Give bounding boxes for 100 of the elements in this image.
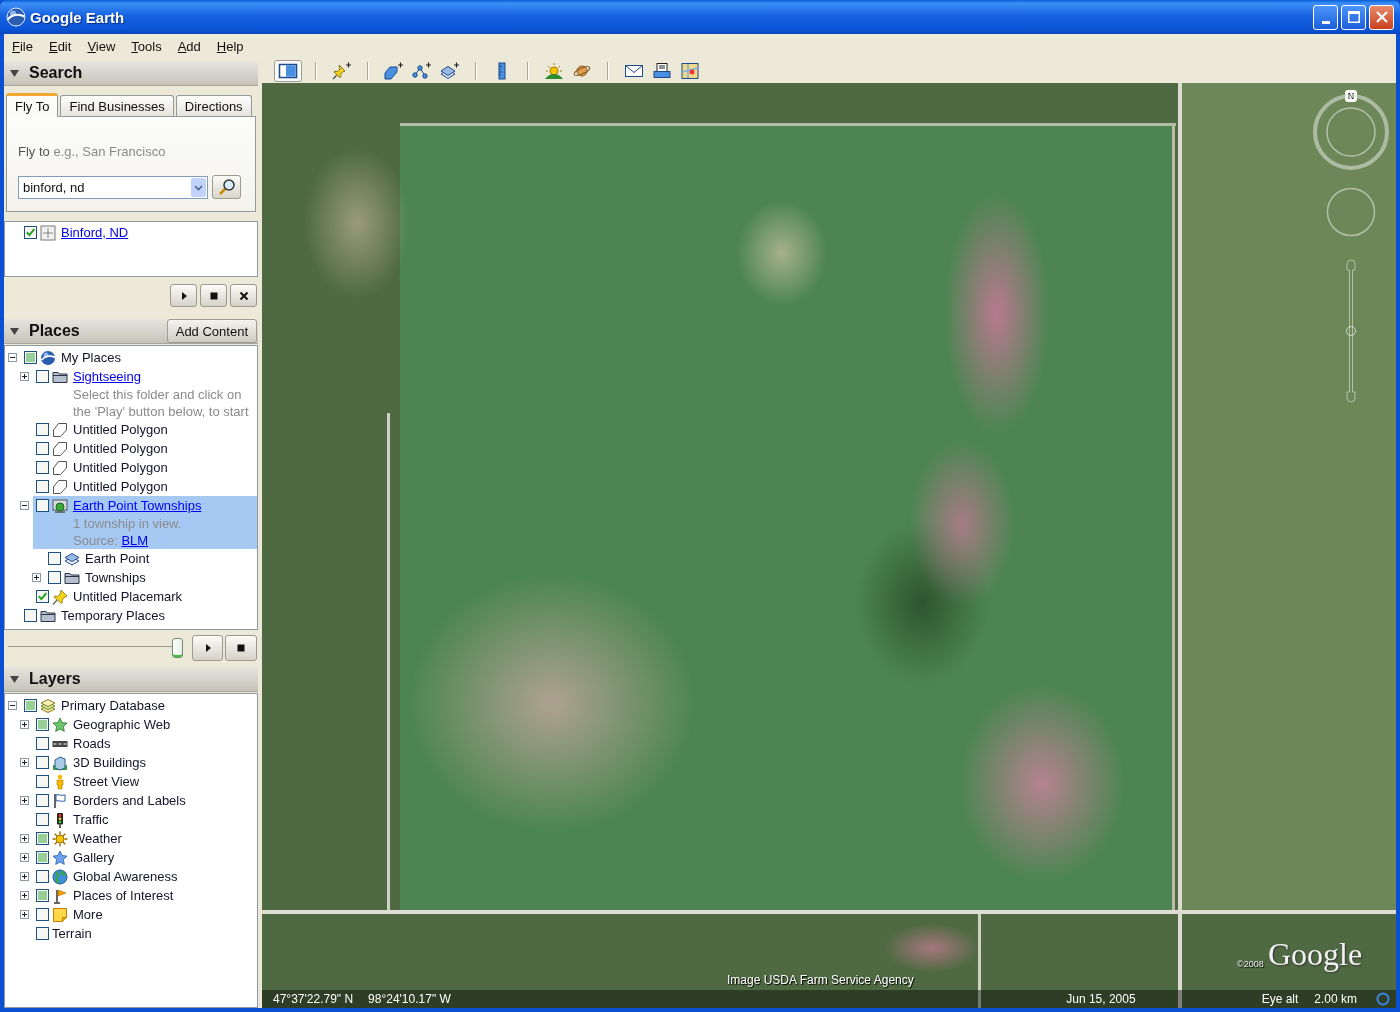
tree-item[interactable]: My Places [21, 348, 257, 367]
checkbox[interactable] [24, 609, 37, 622]
map-view-button[interactable] [678, 60, 702, 82]
add-polygon-button[interactable] [382, 60, 406, 82]
collapse-icon[interactable] [8, 353, 17, 362]
menu-item[interactable]: File [4, 39, 41, 54]
expand-icon[interactable] [20, 891, 29, 900]
expand-icon[interactable] [20, 910, 29, 919]
tree-item[interactable]: Street View [33, 772, 257, 791]
expand-icon[interactable] [20, 720, 29, 729]
tree-item[interactable]: 3D Buildings [33, 753, 257, 772]
tree-item[interactable]: Untitled Placemark [33, 587, 257, 606]
stop-button[interactable] [225, 634, 257, 661]
link[interactable]: Sightseeing [73, 368, 141, 385]
checkbox[interactable] [24, 699, 37, 712]
checkbox[interactable] [36, 590, 49, 603]
checkbox[interactable] [36, 423, 49, 436]
minimize-button[interactable] [1313, 4, 1338, 30]
slider-thumb[interactable] [171, 637, 183, 658]
link[interactable]: Earth Point Townships [73, 497, 202, 514]
checkbox[interactable] [36, 737, 49, 750]
link[interactable]: Binford, ND [61, 224, 129, 241]
copyright-text: ©2008 [1237, 959, 1264, 969]
tab[interactable]: Fly To [6, 93, 59, 117]
tree-item[interactable]: Sightseeing Select this folder and click on the 'Play' button below, to start [33, 367, 257, 420]
menu-item[interactable]: Add [169, 39, 209, 54]
tree-item[interactable]: Weather [33, 829, 257, 848]
tree-item[interactable]: More [33, 905, 257, 924]
link[interactable]: BLM [121, 533, 149, 548]
expand-icon[interactable] [20, 872, 29, 881]
tree-item[interactable]: Primary Database [21, 696, 257, 715]
checkbox[interactable] [36, 908, 49, 921]
checkbox[interactable] [36, 813, 49, 826]
tree-item[interactable]: Gallery [33, 848, 257, 867]
item-description: 1 township in view. [72, 515, 183, 532]
tree-item[interactable]: Geographic Web [33, 715, 257, 734]
stop-button[interactable] [200, 284, 227, 307]
add-image-overlay-button[interactable] [438, 60, 462, 82]
tree-item[interactable]: Roads [33, 734, 257, 753]
checkbox[interactable] [36, 775, 49, 788]
collapse-icon[interactable] [20, 501, 29, 510]
tree-item[interactable]: Global Awareness [33, 867, 257, 886]
expand-icon[interactable] [20, 758, 29, 767]
checkbox[interactable] [36, 870, 49, 883]
checkbox[interactable] [36, 851, 49, 864]
checkbox[interactable] [36, 442, 49, 455]
tree-item[interactable]: Untitled Polygon [33, 439, 257, 458]
tree-item[interactable]: Townships [45, 568, 257, 587]
add-path-button[interactable] [410, 60, 434, 82]
menu-item[interactable]: Edit [40, 39, 80, 54]
tab[interactable]: Directions [175, 95, 252, 116]
tree-item[interactable]: Borders and Labels [33, 791, 257, 810]
tree-item[interactable]: Traffic [33, 810, 257, 829]
panel-header[interactable]: Places Add Content [4, 319, 258, 344]
menu-item[interactable]: View [79, 39, 124, 54]
tree-item[interactable]: Earth Point Townships 1 township in view. Source: BLM [33, 496, 257, 549]
tree-item[interactable]: Places of Interest [33, 886, 257, 905]
play-button[interactable] [170, 284, 197, 307]
tree-item[interactable]: Earth Point [45, 549, 257, 568]
checkbox[interactable] [36, 927, 49, 940]
checkbox[interactable] [36, 756, 49, 769]
tree-item[interactable]: Binford, ND [21, 223, 257, 242]
checkbox[interactable] [36, 794, 49, 807]
tree-item[interactable]: Untitled Polygon [33, 477, 257, 496]
sunlight-button[interactable] [542, 60, 566, 82]
sun-horizon-icon [544, 62, 564, 80]
search-field[interactable]: binford, nd [18, 175, 208, 199]
tree-item[interactable]: Temporary Places [21, 606, 257, 625]
collapse-icon[interactable] [8, 701, 17, 710]
close-button[interactable] [230, 284, 257, 307]
add-placemark-button[interactable] [330, 60, 354, 82]
expand-icon[interactable] [20, 796, 29, 805]
checkbox[interactable] [36, 889, 49, 902]
add-content-button[interactable]: Add Content [166, 319, 257, 343]
checkbox[interactable] [24, 351, 37, 364]
checkbox[interactable] [36, 370, 49, 383]
panel-header[interactable]: Search [4, 61, 258, 86]
checkbox[interactable] [48, 552, 61, 565]
tree-item[interactable]: Untitled Polygon [33, 458, 257, 477]
tree-item[interactable]: Untitled Polygon [33, 420, 257, 439]
sidebar-toggle-button[interactable] [274, 60, 302, 82]
checkbox[interactable] [36, 718, 49, 731]
tab[interactable]: Find Businesses [60, 95, 174, 116]
expand-icon[interactable] [20, 834, 29, 843]
expand-icon[interactable] [20, 853, 29, 862]
play-button[interactable] [191, 634, 224, 661]
expand-icon[interactable] [32, 573, 41, 582]
checkbox[interactable] [24, 226, 37, 239]
checkbox[interactable] [48, 571, 61, 584]
panel-header[interactable]: Layers [4, 667, 258, 692]
checkbox[interactable] [36, 480, 49, 493]
search-button[interactable] [212, 175, 241, 199]
maximize-button[interactable] [1341, 4, 1366, 30]
menu-item[interactable]: Tools [123, 39, 170, 54]
tree-item[interactable]: Terrain [33, 924, 257, 943]
expand-icon[interactable] [20, 372, 29, 381]
menu-item[interactable]: Help [208, 39, 252, 54]
checkbox[interactable] [36, 499, 49, 512]
checkbox[interactable] [36, 832, 49, 845]
checkbox[interactable] [36, 461, 49, 474]
